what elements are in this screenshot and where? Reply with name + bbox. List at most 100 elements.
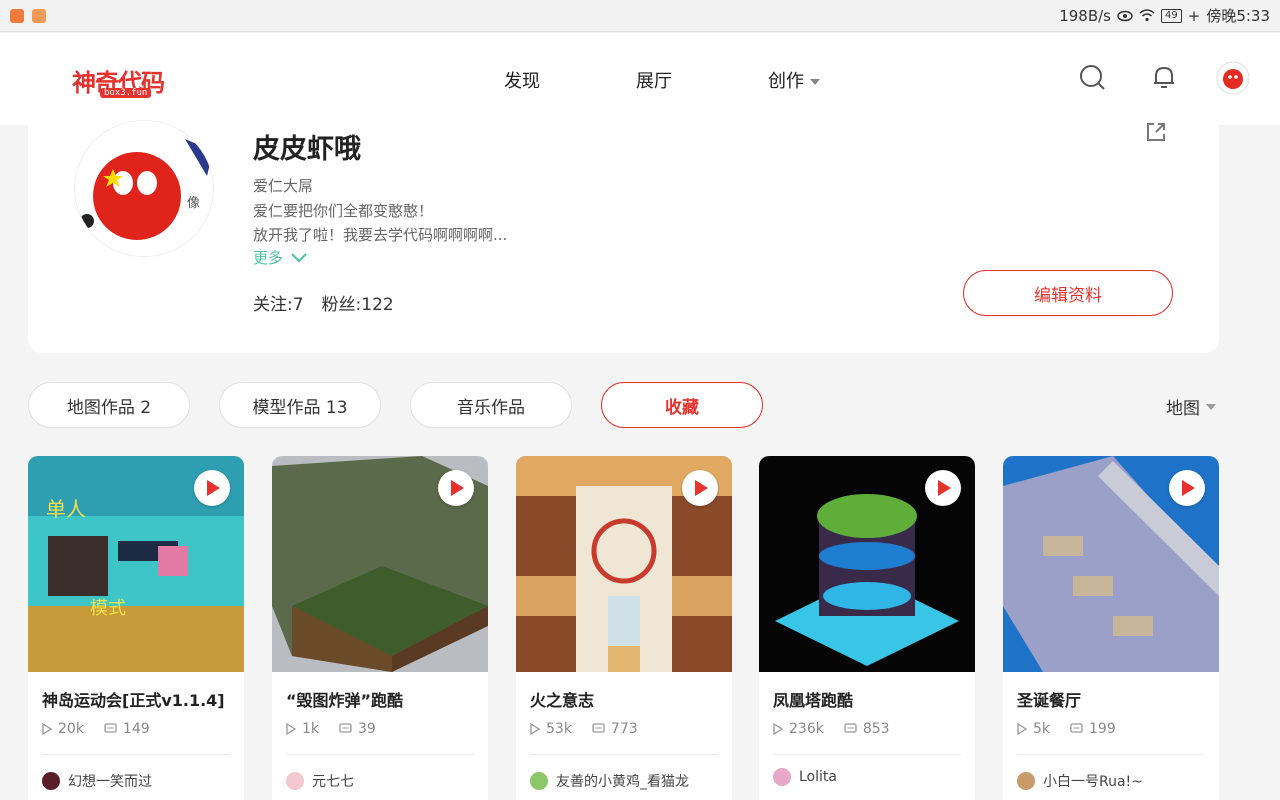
play-button[interactable] bbox=[925, 470, 961, 506]
follow-stats: 关注:7 粉丝:122 bbox=[253, 290, 412, 315]
type-filter-dropdown[interactable]: 地图 bbox=[1166, 394, 1216, 419]
tab-favorites[interactable]: 收藏 bbox=[601, 382, 763, 428]
bio-line: 放开我了啦！我要去学代码啊啊啊啊... bbox=[253, 226, 508, 244]
card-stats: 1k 39 bbox=[286, 721, 376, 737]
more-label: 更多 bbox=[253, 249, 284, 267]
logo-domain: box3.fun bbox=[100, 88, 152, 98]
author-name: 幻想一笑而过 bbox=[68, 774, 152, 790]
svg-text:像: 像 bbox=[187, 196, 200, 211]
comment-icon bbox=[104, 723, 117, 733]
play-button[interactable] bbox=[682, 470, 718, 506]
comment-count: 199 bbox=[1089, 721, 1116, 737]
chevron-down-icon bbox=[291, 252, 307, 262]
author-avatar bbox=[773, 768, 791, 786]
play-button[interactable] bbox=[1169, 470, 1205, 506]
bio-line: 爱仁要把你们全都变憨憨！ bbox=[253, 202, 434, 220]
play-count-icon bbox=[530, 723, 540, 735]
clock: 傍晚5:33 bbox=[1206, 7, 1270, 25]
card-stats: 236k 853 bbox=[773, 721, 890, 737]
play-count-icon bbox=[42, 723, 52, 735]
followers-count[interactable]: 粉丝:122 bbox=[322, 295, 394, 315]
nav-label: 发现 bbox=[504, 71, 540, 92]
bell-icon[interactable] bbox=[1150, 63, 1178, 91]
comment-icon bbox=[339, 723, 352, 733]
map-card[interactable]: 火之意志 53k 773 友善的小黄鸡_看猫龙 bbox=[516, 456, 732, 800]
view-count: 20k bbox=[58, 721, 84, 737]
map-card[interactable]: “毁图炸弹”跑酷 1k 39 元七七 bbox=[272, 456, 488, 800]
caret-down-icon bbox=[1206, 403, 1216, 410]
eye-icon bbox=[1117, 10, 1133, 21]
card-title: 神岛运动会[正式v1.1.4] bbox=[42, 691, 225, 710]
author-avatar bbox=[530, 772, 548, 790]
author-avatar bbox=[1017, 772, 1035, 790]
comment-icon bbox=[1070, 723, 1083, 733]
play-button[interactable] bbox=[438, 470, 474, 506]
map-card[interactable]: 凤凰塔跑酷 236k 853 Lolita bbox=[759, 456, 975, 800]
author-name: 友善的小黄鸡_看猫龙 bbox=[556, 774, 689, 790]
nav-label: 展厅 bbox=[636, 71, 672, 92]
card-title: 圣诞餐厅 bbox=[1017, 691, 1082, 710]
play-button[interactable] bbox=[194, 470, 230, 506]
card-stats: 20k 149 bbox=[42, 721, 150, 737]
site-logo[interactable]: 神奇代码岛 box3.fun bbox=[72, 61, 184, 132]
card-author[interactable]: Lolita bbox=[773, 768, 837, 786]
author-avatar bbox=[42, 772, 60, 790]
play-icon bbox=[451, 480, 464, 496]
play-icon bbox=[695, 480, 708, 496]
battery-icon: 49 bbox=[1161, 8, 1182, 23]
nav-discover[interactable]: 发现 bbox=[504, 67, 540, 93]
card-author[interactable]: 小白一号Rua!~ bbox=[1017, 771, 1143, 791]
profile-card: 像 皮皮虾哦 爱仁大屌 爱仁要把你们全都变憨憨！ 放开我了啦！我要去学代码啊啊啊… bbox=[28, 100, 1219, 353]
bio-line: 爱仁大屌 bbox=[253, 177, 314, 195]
tab-map-works[interactable]: 地图作品 2 bbox=[28, 382, 190, 428]
play-icon bbox=[1182, 480, 1195, 496]
app-notification-icon bbox=[10, 8, 24, 23]
filter-label: 地图 bbox=[1166, 399, 1200, 419]
comment-icon bbox=[592, 723, 605, 733]
card-title: “毁图炸弹”跑酷 bbox=[286, 691, 404, 710]
user-avatar[interactable] bbox=[1216, 61, 1250, 95]
tab-model-works[interactable]: 模型作品 13 bbox=[219, 382, 381, 428]
comment-icon bbox=[844, 723, 857, 733]
share-icon[interactable] bbox=[1144, 120, 1168, 144]
wifi-icon bbox=[1139, 9, 1155, 22]
caret-down-icon bbox=[810, 79, 820, 85]
nav-gallery[interactable]: 展厅 bbox=[636, 67, 672, 93]
profile-avatar: 像 bbox=[74, 120, 214, 257]
map-card[interactable]: 圣诞餐厅 5k 199 小白一号Rua!~ bbox=[1003, 456, 1219, 800]
card-stats: 53k 773 bbox=[530, 721, 638, 737]
app-notification-icon bbox=[32, 8, 46, 23]
divider bbox=[530, 754, 718, 755]
play-count-icon bbox=[773, 723, 783, 735]
search-icon[interactable] bbox=[1078, 63, 1106, 91]
card-author[interactable]: 幻想一笑而过 bbox=[42, 771, 152, 791]
comment-count: 149 bbox=[122, 721, 150, 737]
view-count: 236k bbox=[789, 721, 824, 737]
author-name: 小白一号Rua!~ bbox=[1043, 774, 1143, 790]
play-icon bbox=[207, 480, 220, 496]
author-name: Lolita bbox=[799, 769, 837, 785]
following-count[interactable]: 关注:7 bbox=[253, 295, 304, 315]
view-count: 5k bbox=[1033, 721, 1051, 737]
play-icon bbox=[938, 480, 951, 496]
profile-name: 皮皮虾哦 bbox=[253, 134, 361, 165]
tab-music-works[interactable]: 音乐作品 bbox=[410, 382, 572, 428]
divider bbox=[42, 754, 230, 755]
nav-create[interactable]: 创作 bbox=[768, 67, 820, 93]
more-button[interactable]: 更多 bbox=[253, 247, 307, 268]
card-author[interactable]: 友善的小黄鸡_看猫龙 bbox=[530, 771, 689, 791]
card-author[interactable]: 元七七 bbox=[286, 771, 354, 791]
network-speed: 198B/s bbox=[1059, 6, 1111, 25]
charging-icon: + bbox=[1187, 6, 1201, 25]
author-name: 元七七 bbox=[312, 774, 354, 790]
map-card[interactable]: 单人 模式 神岛运动会[正式v1.1.4] 20k 149 幻想一笑而过 bbox=[28, 456, 244, 800]
card-stats: 5k 199 bbox=[1017, 721, 1116, 737]
edit-profile-button[interactable]: 编辑资料 bbox=[963, 270, 1173, 316]
divider bbox=[1017, 754, 1205, 755]
view-count: 1k bbox=[302, 721, 320, 737]
svg-text:单人: 单人 bbox=[46, 497, 86, 521]
play-count-icon bbox=[286, 723, 296, 735]
divider bbox=[286, 754, 474, 755]
play-count-icon bbox=[1017, 723, 1027, 735]
card-title: 火之意志 bbox=[530, 691, 595, 710]
